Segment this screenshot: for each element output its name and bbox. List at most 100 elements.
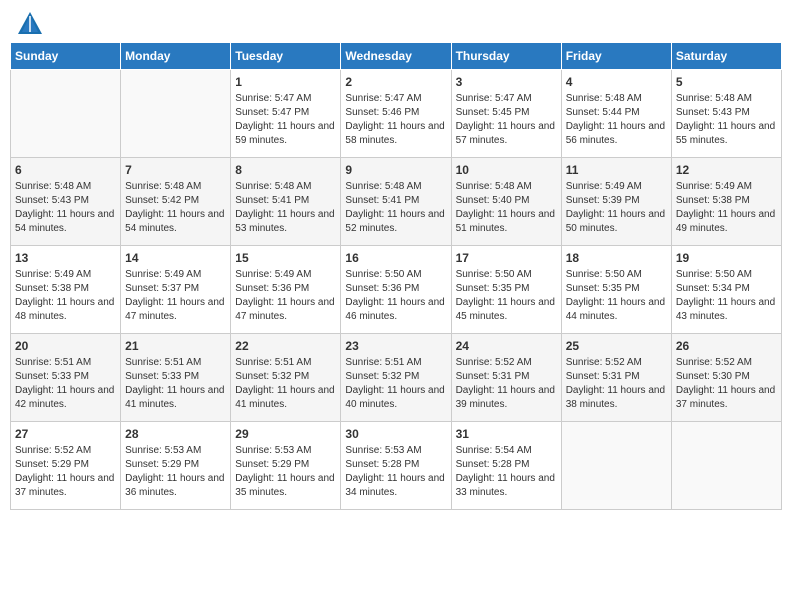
- calendar-week-2: 6Sunrise: 5:48 AM Sunset: 5:43 PM Daylig…: [11, 158, 782, 246]
- day-info: Sunrise: 5:47 AM Sunset: 5:46 PM Dayligh…: [345, 92, 446, 148]
- day-info: Sunrise: 5:47 AM Sunset: 5:47 PM Dayligh…: [235, 92, 336, 148]
- day-info: Sunrise: 5:48 AM Sunset: 5:41 PM Dayligh…: [345, 180, 446, 236]
- calendar-cell: 28 Sunrise: 5:53 AM Sunset: 5:29 PM Dayli…: [121, 422, 231, 510]
- calendar-cell: 6Sunrise: 5:48 AM Sunset: 5:43 PM Daylig…: [11, 158, 121, 246]
- day-number: 29: [235, 426, 336, 442]
- calendar-cell: 18 Sunrise: 5:50 AM Sunset: 5:35 PM Dayli…: [561, 246, 671, 334]
- calendar-body: 1 Sunrise: 5:47 AM Sunset: 5:47 PM Daylig…: [11, 70, 782, 510]
- calendar-cell: 14 Sunrise: 5:49 AM Sunset: 5:37 PM Dayli…: [121, 246, 231, 334]
- calendar-cell: 21Sunrise: 5:51 AM Sunset: 5:33 PM Dayli…: [121, 334, 231, 422]
- day-number: 15: [235, 250, 336, 266]
- calendar-cell: 3 Sunrise: 5:47 AM Sunset: 5:45 PM Daylig…: [451, 70, 561, 158]
- day-number: 20: [15, 338, 116, 354]
- header-row: SundayMondayTuesdayWednesdayThursdayFrid…: [11, 43, 782, 70]
- day-info: Sunrise: 5:54 AM Sunset: 5:28 PM Dayligh…: [456, 444, 557, 500]
- calendar-week-4: 20 Sunrise: 5:51 AM Sunset: 5:33 PM Dayli…: [11, 334, 782, 422]
- calendar-cell: 27Sunrise: 5:52 AM Sunset: 5:29 PM Dayli…: [11, 422, 121, 510]
- calendar-cell: 19 Sunrise: 5:50 AM Sunset: 5:34 PM Dayli…: [671, 246, 781, 334]
- day-number: 22: [235, 338, 336, 354]
- day-number: 1: [235, 74, 336, 90]
- day-number: 25: [566, 338, 667, 354]
- day-info: Sunrise: 5:53 AM Sunset: 5:29 PM Dayligh…: [235, 444, 336, 500]
- day-number: 17: [456, 250, 557, 266]
- calendar-cell: 12Sunrise: 5:49 AM Sunset: 5:38 PM Dayli…: [671, 158, 781, 246]
- calendar-cell: 1 Sunrise: 5:47 AM Sunset: 5:47 PM Daylig…: [231, 70, 341, 158]
- calendar-cell: 16 Sunrise: 5:50 AM Sunset: 5:36 PM Dayli…: [341, 246, 451, 334]
- day-number: 10: [456, 162, 557, 178]
- day-info: Sunrise: 5:50 AM Sunset: 5:36 PM Dayligh…: [345, 268, 446, 324]
- calendar-table: SundayMondayTuesdayWednesdayThursdayFrid…: [10, 42, 782, 510]
- logo: [14, 10, 44, 34]
- day-info: Sunrise: 5:48 AM Sunset: 5:40 PM Dayligh…: [456, 180, 557, 236]
- calendar-cell: 17Sunrise: 5:50 AM Sunset: 5:35 PM Dayli…: [451, 246, 561, 334]
- day-number: 19: [676, 250, 777, 266]
- day-number: 6: [15, 162, 116, 178]
- day-info: Sunrise: 5:50 AM Sunset: 5:35 PM Dayligh…: [566, 268, 667, 324]
- header-cell-sunday: Sunday: [11, 43, 121, 70]
- header-cell-friday: Friday: [561, 43, 671, 70]
- calendar-header: SundayMondayTuesdayWednesdayThursdayFrid…: [11, 43, 782, 70]
- calendar-cell: 22 Sunrise: 5:51 AM Sunset: 5:32 PM Dayli…: [231, 334, 341, 422]
- day-info: Sunrise: 5:53 AM Sunset: 5:29 PM Dayligh…: [125, 444, 226, 500]
- calendar-cell: [561, 422, 671, 510]
- calendar-cell: [11, 70, 121, 158]
- day-number: 14: [125, 250, 226, 266]
- day-info: Sunrise: 5:48 AM Sunset: 5:41 PM Dayligh…: [235, 180, 336, 236]
- header-cell-thursday: Thursday: [451, 43, 561, 70]
- day-number: 16: [345, 250, 446, 266]
- day-number: 23: [345, 338, 446, 354]
- day-number: 28: [125, 426, 226, 442]
- day-info: Sunrise: 5:49 AM Sunset: 5:38 PM Dayligh…: [15, 268, 116, 324]
- calendar-cell: 10 Sunrise: 5:48 AM Sunset: 5:40 PM Dayli…: [451, 158, 561, 246]
- day-number: 30: [345, 426, 446, 442]
- day-number: 27: [15, 426, 116, 442]
- day-info: Sunrise: 5:51 AM Sunset: 5:33 PM Dayligh…: [15, 356, 116, 412]
- day-number: 2: [345, 74, 446, 90]
- calendar-week-1: 1 Sunrise: 5:47 AM Sunset: 5:47 PM Daylig…: [11, 70, 782, 158]
- calendar-cell: 9 Sunrise: 5:48 AM Sunset: 5:41 PM Daylig…: [341, 158, 451, 246]
- day-number: 11: [566, 162, 667, 178]
- day-info: Sunrise: 5:48 AM Sunset: 5:43 PM Dayligh…: [676, 92, 777, 148]
- day-number: 9: [345, 162, 446, 178]
- header-cell-saturday: Saturday: [671, 43, 781, 70]
- day-info: Sunrise: 5:47 AM Sunset: 5:45 PM Dayligh…: [456, 92, 557, 148]
- day-number: 5: [676, 74, 777, 90]
- day-info: Sunrise: 5:48 AM Sunset: 5:42 PM Dayligh…: [125, 180, 226, 236]
- day-info: Sunrise: 5:49 AM Sunset: 5:36 PM Dayligh…: [235, 268, 336, 324]
- day-number: 24: [456, 338, 557, 354]
- calendar-cell: [121, 70, 231, 158]
- day-info: Sunrise: 5:51 AM Sunset: 5:32 PM Dayligh…: [235, 356, 336, 412]
- calendar-cell: 29 Sunrise: 5:53 AM Sunset: 5:29 PM Dayli…: [231, 422, 341, 510]
- day-number: 12: [676, 162, 777, 178]
- calendar-week-5: 27Sunrise: 5:52 AM Sunset: 5:29 PM Dayli…: [11, 422, 782, 510]
- calendar-cell: 13 Sunrise: 5:49 AM Sunset: 5:38 PM Dayli…: [11, 246, 121, 334]
- calendar-cell: 7 Sunrise: 5:48 AM Sunset: 5:42 PM Daylig…: [121, 158, 231, 246]
- day-number: 18: [566, 250, 667, 266]
- day-info: Sunrise: 5:49 AM Sunset: 5:39 PM Dayligh…: [566, 180, 667, 236]
- day-number: 31: [456, 426, 557, 442]
- day-number: 7: [125, 162, 226, 178]
- day-info: Sunrise: 5:52 AM Sunset: 5:31 PM Dayligh…: [456, 356, 557, 412]
- calendar-cell: 11 Sunrise: 5:49 AM Sunset: 5:39 PM Dayli…: [561, 158, 671, 246]
- day-number: 13: [15, 250, 116, 266]
- calendar-cell: 4Sunrise: 5:48 AM Sunset: 5:44 PM Daylig…: [561, 70, 671, 158]
- day-number: 3: [456, 74, 557, 90]
- calendar-cell: 20 Sunrise: 5:51 AM Sunset: 5:33 PM Dayli…: [11, 334, 121, 422]
- calendar-cell: 15 Sunrise: 5:49 AM Sunset: 5:36 PM Dayli…: [231, 246, 341, 334]
- day-info: Sunrise: 5:52 AM Sunset: 5:30 PM Dayligh…: [676, 356, 777, 412]
- calendar-cell: [671, 422, 781, 510]
- calendar-cell: 8Sunrise: 5:48 AM Sunset: 5:41 PM Daylig…: [231, 158, 341, 246]
- page-header: [10, 10, 782, 34]
- day-info: Sunrise: 5:50 AM Sunset: 5:34 PM Dayligh…: [676, 268, 777, 324]
- calendar-cell: 30Sunrise: 5:53 AM Sunset: 5:28 PM Dayli…: [341, 422, 451, 510]
- calendar-cell: 26 Sunrise: 5:52 AM Sunset: 5:30 PM Dayli…: [671, 334, 781, 422]
- calendar-cell: 5 Sunrise: 5:48 AM Sunset: 5:43 PM Daylig…: [671, 70, 781, 158]
- calendar-week-3: 13 Sunrise: 5:49 AM Sunset: 5:38 PM Dayli…: [11, 246, 782, 334]
- day-info: Sunrise: 5:51 AM Sunset: 5:32 PM Dayligh…: [345, 356, 446, 412]
- day-number: 26: [676, 338, 777, 354]
- calendar-cell: 25Sunrise: 5:52 AM Sunset: 5:31 PM Dayli…: [561, 334, 671, 422]
- header-cell-tuesday: Tuesday: [231, 43, 341, 70]
- day-info: Sunrise: 5:49 AM Sunset: 5:37 PM Dayligh…: [125, 268, 226, 324]
- day-info: Sunrise: 5:51 AM Sunset: 5:33 PM Dayligh…: [125, 356, 226, 412]
- day-number: 4: [566, 74, 667, 90]
